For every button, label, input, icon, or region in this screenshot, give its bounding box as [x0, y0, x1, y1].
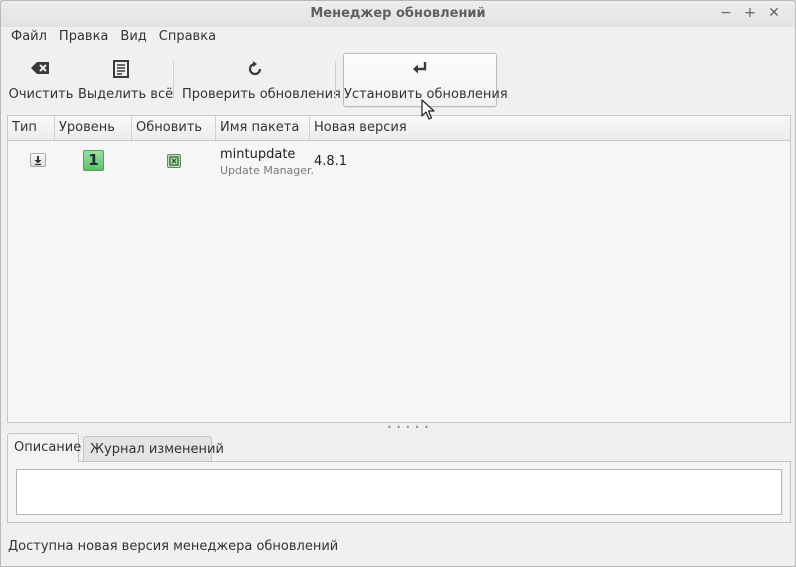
- details-notebook: Описание Журнал изменений: [7, 433, 791, 523]
- title-bar[interactable]: Менеджер обновлений − + ✕: [1, 1, 795, 27]
- toolbar-separator: [173, 61, 174, 99]
- select-all-list-icon: [78, 60, 164, 86]
- menu-edit[interactable]: Правка: [53, 27, 114, 47]
- update-checkbox[interactable]: [167, 154, 181, 168]
- refresh-button[interactable]: Проверить обновления: [181, 53, 341, 107]
- clear-label: Очистить: [8, 87, 74, 102]
- select-all-button[interactable]: Выделить всё: [77, 53, 174, 107]
- mouse-pointer-icon: [421, 99, 435, 125]
- package-description: Update Manager.: [220, 164, 315, 177]
- package-new-version: 4.8.1: [314, 154, 348, 169]
- refresh-label: Проверить обновления: [182, 87, 341, 102]
- window-title: Менеджер обновлений: [310, 6, 486, 21]
- menu-help[interactable]: Справка: [153, 27, 222, 47]
- updates-list-header: Тип Уровень Обновить Имя пакета Новая ве…: [8, 116, 790, 141]
- select-all-label: Выделить всё: [78, 87, 174, 102]
- tab-description[interactable]: Описание: [7, 433, 81, 462]
- clear-backspace-icon: [8, 60, 74, 86]
- status-text: Доступна новая версия менеджера обновлен…: [8, 539, 339, 554]
- toolbar-separator: [335, 61, 336, 99]
- level-badge: 1: [83, 150, 104, 171]
- update-manager-window: Менеджер обновлений − + ✕ Файл Правка Ви…: [0, 0, 796, 567]
- minimize-button[interactable]: −: [719, 5, 733, 21]
- package-download-icon: [30, 153, 46, 167]
- refresh-icon: [182, 60, 328, 86]
- toolbar: Очистить Выделить всё Проверить обновлен…: [1, 49, 795, 109]
- column-level[interactable]: Уровень: [55, 116, 132, 140]
- menu-bar: Файл Правка Вид Справка: [1, 27, 222, 47]
- install-updates-button[interactable]: Установить обновления: [343, 53, 508, 107]
- description-textview[interactable]: [16, 469, 782, 515]
- table-row[interactable]: 1 mintupdate Update Manager. 4.8.1: [8, 142, 790, 182]
- column-update[interactable]: Обновить: [132, 116, 216, 140]
- package-name: mintupdate: [220, 147, 296, 162]
- tab-changelog[interactable]: Журнал изменений: [83, 436, 224, 461]
- description-tab-page: [7, 461, 791, 523]
- column-new-version[interactable]: Новая версия: [310, 116, 790, 140]
- close-button[interactable]: ✕: [767, 5, 781, 21]
- menu-view[interactable]: Вид: [114, 27, 152, 47]
- updates-list[interactable]: Тип Уровень Обновить Имя пакета Новая ве…: [7, 115, 791, 423]
- column-package-name[interactable]: Имя пакета: [216, 116, 310, 140]
- clear-button[interactable]: Очистить: [7, 53, 75, 107]
- menu-file[interactable]: Файл: [5, 27, 53, 47]
- column-type[interactable]: Тип: [8, 116, 55, 140]
- enter-return-icon: [344, 60, 496, 86]
- install-updates-label: Установить обновления: [344, 87, 508, 102]
- maximize-button[interactable]: +: [743, 5, 757, 21]
- pane-resize-handle[interactable]: • • • • •: [387, 424, 430, 432]
- window-controls: − + ✕: [719, 5, 781, 21]
